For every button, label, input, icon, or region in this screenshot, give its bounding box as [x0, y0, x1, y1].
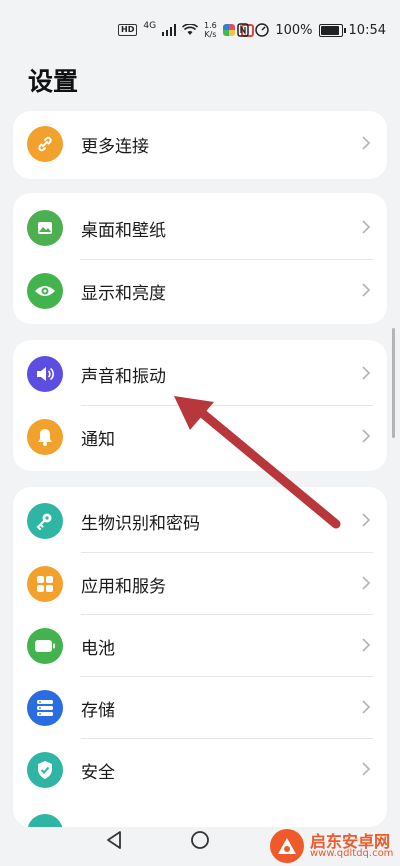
home-button-icon[interactable] [190, 830, 210, 850]
watermark: 启东安卓网 www.qdltdq.com [262, 825, 400, 866]
back-button-icon[interactable] [105, 830, 123, 850]
watermark-logo-icon [270, 829, 304, 863]
annotation-arrow [174, 396, 341, 529]
watermark-url: www.qdltdq.com [310, 848, 394, 859]
annotation-arrow-shaft [191, 403, 341, 529]
